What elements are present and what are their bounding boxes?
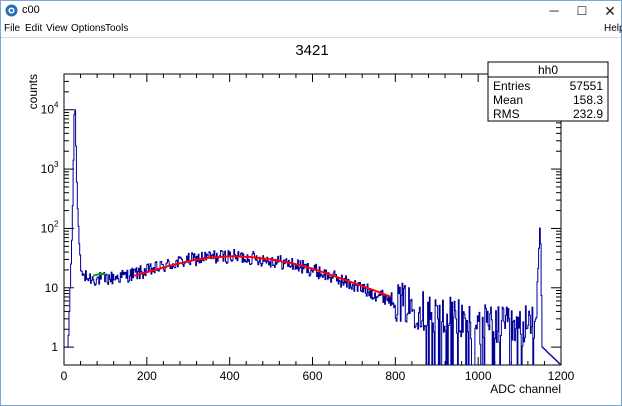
maximize-button[interactable]: ☐	[567, 1, 597, 21]
stats-rms-label: RMS	[493, 107, 520, 121]
x-tick-label: 0	[61, 369, 68, 383]
menu-edit[interactable]: Edit	[25, 23, 42, 34]
stats-box[interactable]: hh0 Entries 57551 Mean 158.3 RMS 232.9	[487, 61, 609, 122]
histogram-series	[64, 109, 561, 366]
menu-file[interactable]: File	[4, 23, 20, 34]
title-bar[interactable]: c00 ─ ☐ ✕	[1, 1, 621, 21]
y-tick-label: 1	[51, 340, 58, 354]
x-tick-label: 400	[220, 369, 240, 383]
y-axis-label: counts	[26, 74, 40, 109]
stats-mean-value: 158.3	[573, 93, 603, 107]
y-tick-exponent: 2	[54, 219, 59, 228]
root-logo-icon	[5, 4, 18, 17]
menu-options[interactable]: Options	[71, 23, 105, 34]
minimize-button[interactable]: ─	[539, 1, 569, 21]
x-tick-label: 1200	[548, 369, 575, 383]
window-title: c00	[22, 4, 40, 16]
stats-mean-label: Mean	[493, 93, 523, 107]
y-tick-label: 10	[45, 281, 59, 295]
x-tick-label: 600	[302, 369, 322, 383]
menu-help[interactable]: Help	[604, 23, 622, 34]
x-tick-label: 800	[385, 369, 405, 383]
plot-title: 3421	[295, 42, 328, 59]
menu-view[interactable]: View	[46, 23, 68, 34]
histogram-plot[interactable]: 3421 0 200 400 600 800 1000 1200 11010 210 310 4 …	[1, 38, 621, 406]
close-button[interactable]: ✕	[595, 1, 622, 21]
stats-rms-value: 232.9	[573, 107, 603, 121]
stats-box-title: hh0	[538, 63, 558, 77]
x-axis-label: ADC channel	[490, 382, 561, 396]
y-tick-label: 10	[41, 162, 55, 176]
menu-tools[interactable]: Tools	[105, 23, 128, 34]
x-tick-label: 1000	[465, 369, 492, 383]
stats-entries-label: Entries	[493, 79, 530, 93]
stats-entries-value: 57551	[570, 79, 604, 93]
x-tick-label: 200	[137, 369, 157, 383]
menu-bar: File Edit View Options Tools Help	[1, 21, 622, 37]
y-tick-exponent: 3	[54, 160, 59, 169]
y-tick-label: 10	[41, 103, 55, 117]
y-tick-label: 10	[41, 221, 55, 235]
root-canvas-window: c00 ─ ☐ ✕ File Edit View Options Tools H…	[0, 0, 622, 406]
y-tick-exponent: 4	[54, 101, 59, 110]
